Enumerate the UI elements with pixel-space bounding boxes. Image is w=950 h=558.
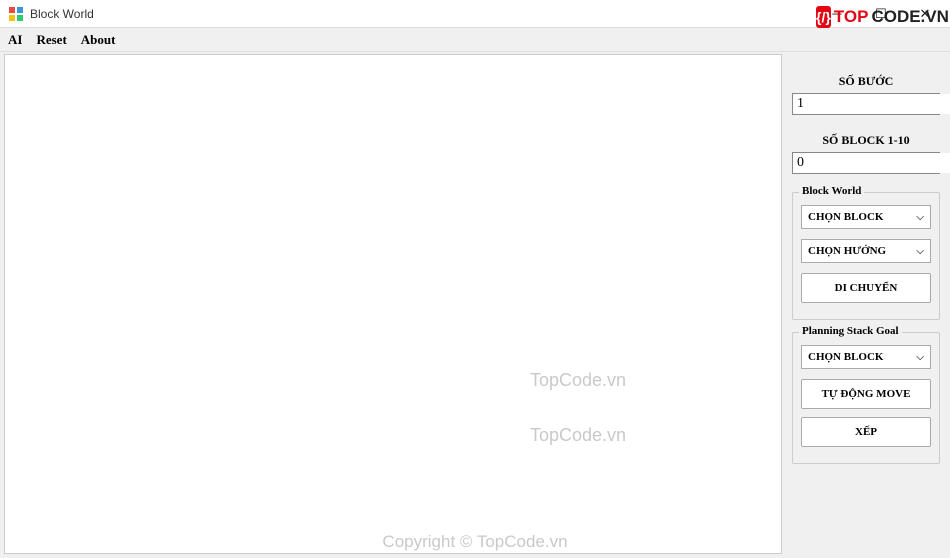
chevron-down-icon: ⌵	[916, 352, 924, 363]
plan-select-block-combo[interactable]: CHỌN BLOCK ⌵	[801, 345, 931, 369]
move-button-label: DI CHUYỂN	[835, 282, 898, 294]
chevron-down-icon: ⌵	[916, 246, 924, 257]
sort-button[interactable]: XẾP	[801, 417, 931, 447]
steps-input[interactable]	[793, 94, 950, 114]
app-icon	[8, 6, 24, 22]
select-block-label: CHỌN BLOCK	[808, 211, 883, 223]
group-planning: Planning Stack Goal CHỌN BLOCK ⌵ TỰ ĐỘNG…	[792, 332, 940, 464]
blocks-spinner[interactable]: ▲ ▼	[792, 152, 940, 174]
watermark-text: TopCode.vn	[530, 370, 626, 391]
close-button[interactable]: ✕	[904, 2, 946, 26]
blocks-label: SỐ BLOCK 1-10	[792, 133, 940, 148]
blocks-input[interactable]	[793, 153, 950, 173]
auto-move-button-label: TỰ ĐỘNG MOVE	[822, 388, 911, 400]
select-block-combo[interactable]: CHỌN BLOCK ⌵	[801, 205, 931, 229]
steps-spinner[interactable]: ▲ ▼	[792, 93, 940, 115]
group-planning-title: Planning Stack Goal	[799, 325, 902, 337]
group-block-title: Block World	[799, 185, 864, 197]
menubar: AI Reset About	[0, 28, 950, 52]
side-panel: SỐ BƯỚC ▲ ▼ SỐ BLOCK 1-10 ▲ ▼ Block Worl…	[786, 52, 950, 558]
menu-reset[interactable]: Reset	[36, 32, 66, 48]
canvas-area: TopCode.vn TopCode.vn	[4, 54, 782, 554]
menu-about[interactable]: About	[81, 32, 116, 48]
select-direction-combo[interactable]: CHỌN HƯỚNG ⌵	[801, 239, 931, 263]
window-title: Block World	[30, 7, 94, 21]
watermark-text: TopCode.vn	[530, 425, 626, 446]
minimize-button[interactable]: ─	[816, 2, 858, 26]
chevron-down-icon: ⌵	[916, 212, 924, 223]
select-direction-label: CHỌN HƯỚNG	[808, 245, 886, 257]
auto-move-button[interactable]: TỰ ĐỘNG MOVE	[801, 379, 931, 409]
sort-button-label: XẾP	[855, 426, 877, 438]
menu-ai[interactable]: AI	[8, 32, 22, 48]
maximize-button[interactable]: ☐	[860, 2, 902, 26]
steps-label: SỐ BƯỚC	[792, 74, 940, 89]
move-button[interactable]: DI CHUYỂN	[801, 273, 931, 303]
plan-select-block-label: CHỌN BLOCK	[808, 351, 883, 363]
titlebar: Block World ─ ☐ ✕	[0, 0, 950, 28]
group-block-world: Block World CHỌN BLOCK ⌵ CHỌN HƯỚNG ⌵ DI…	[792, 192, 940, 320]
